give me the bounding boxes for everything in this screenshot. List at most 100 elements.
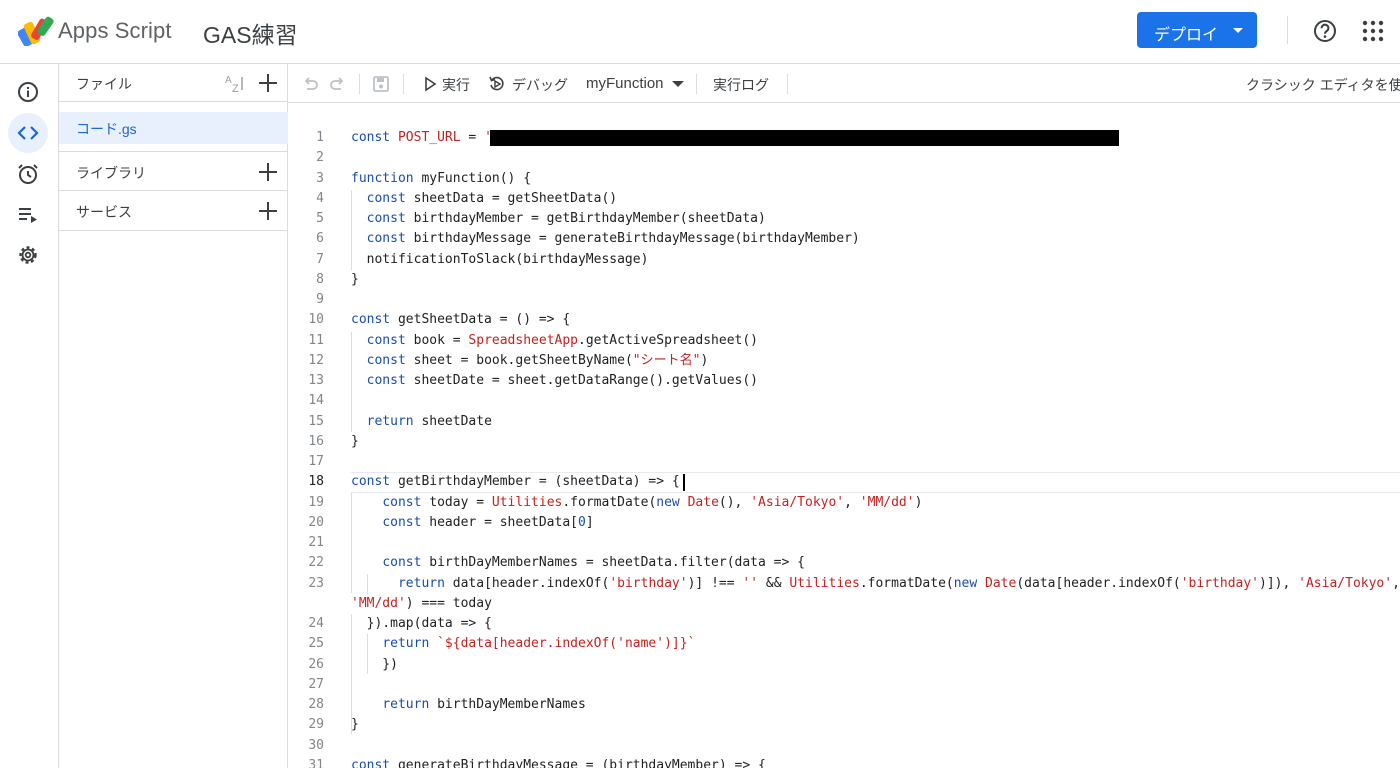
project-title[interactable]: GAS練習 bbox=[203, 16, 298, 50]
header-divider bbox=[1287, 16, 1288, 44]
code-line[interactable]: 25 return `${data[header.indexOf('name')… bbox=[288, 634, 1400, 654]
code-text: const birthdayMessage = generateBirthday… bbox=[366, 231, 860, 247]
code-line[interactable]: 8} bbox=[288, 270, 1400, 290]
save-icon[interactable] bbox=[371, 74, 391, 94]
code-line[interactable]: 10 const getSheetData = () => { bbox=[288, 310, 1400, 330]
file-item-code-gs[interactable]: コード.gs bbox=[59, 112, 288, 144]
line-number: 13 bbox=[308, 373, 324, 388]
code-line[interactable]: 20 const header = sheetData[0] bbox=[288, 513, 1400, 533]
text-cursor bbox=[683, 474, 685, 491]
apps-grid-icon[interactable] bbox=[1361, 19, 1385, 43]
code-line[interactable]: 23 return data[header.indexOf('birthday'… bbox=[288, 574, 1400, 594]
line-number: 19 bbox=[308, 494, 324, 510]
undo-icon[interactable] bbox=[300, 74, 320, 94]
line-number: 4 bbox=[316, 190, 324, 206]
deploy-button[interactable]: デプロイ bbox=[1137, 12, 1257, 48]
libraries-section[interactable]: ライブラリ bbox=[59, 151, 288, 191]
line-number: 11 bbox=[308, 332, 324, 348]
sort-az-icon[interactable]: A Z bbox=[224, 74, 246, 94]
redacted-url bbox=[490, 130, 1119, 146]
executions-button[interactable] bbox=[8, 195, 48, 235]
files-header: ファイル A Z bbox=[59, 64, 288, 102]
toolbar-divider bbox=[787, 74, 788, 94]
code-line[interactable]: 30 bbox=[288, 736, 1400, 756]
services-label: サービス bbox=[76, 204, 132, 220]
code-line[interactable]: 29} bbox=[288, 715, 1400, 735]
code-text: const birthdayMember = getBirthdayMember… bbox=[366, 211, 766, 226]
info-icon bbox=[18, 82, 38, 102]
code-line[interactable]: 18 const getBirthdayMember = (sheetData) … bbox=[288, 472, 1400, 492]
code-line[interactable]: 24 }).map(data => { bbox=[288, 614, 1400, 634]
classic-editor-link[interactable]: クラシック エディタを使 bbox=[1246, 75, 1400, 95]
libraries-label: ライブラリ bbox=[76, 165, 146, 181]
services-section[interactable]: サービス bbox=[59, 191, 288, 231]
file-name: コード.gs bbox=[76, 121, 137, 137]
line-number: 1 bbox=[316, 130, 324, 145]
line-number: 14 bbox=[308, 393, 324, 409]
play-icon bbox=[425, 76, 437, 92]
line-number: 5 bbox=[316, 211, 324, 226]
line-number: 30 bbox=[308, 737, 324, 753]
code-icon bbox=[17, 126, 39, 140]
run-label: 実行 bbox=[442, 77, 470, 93]
line-number: 25 bbox=[308, 636, 324, 652]
app-header: Apps Script GAS練習 デプロイ bbox=[0, 0, 1400, 64]
code-text: notificationToSlack(birthdayMessage) bbox=[351, 251, 649, 267]
code-line[interactable]: 11 const book = SpreadsheetApp.getActive… bbox=[288, 331, 1400, 351]
settings-button[interactable] bbox=[8, 235, 48, 275]
code-line[interactable]: 31 const generateBirthdayMessage = (birth… bbox=[288, 756, 1400, 768]
add-file-icon[interactable] bbox=[258, 73, 278, 93]
debug-label: デバッグ bbox=[512, 77, 568, 93]
code-text: const today = Utilities.formatDate(new D… bbox=[382, 494, 923, 510]
gear-icon bbox=[19, 246, 37, 264]
code-line[interactable]: 17 bbox=[288, 452, 1400, 472]
code-line[interactable]: 3 function myFunction() { bbox=[288, 169, 1400, 189]
playlist-play-icon bbox=[19, 208, 37, 223]
code-line[interactable]: 13 const sheetDate = sheet.getDataRange(… bbox=[288, 371, 1400, 391]
code-line[interactable]: 27 bbox=[288, 675, 1400, 695]
overview-button[interactable] bbox=[8, 72, 48, 112]
code-line[interactable]: 2 bbox=[288, 148, 1400, 168]
code-line[interactable]: 12 const sheet = book.getSheetByName("シー… bbox=[288, 351, 1400, 371]
line-number: 6 bbox=[316, 231, 324, 247]
add-library-icon[interactable] bbox=[258, 162, 278, 182]
help-icon[interactable] bbox=[1312, 18, 1338, 44]
code-text: const generateBirthdayMessage = (birthda… bbox=[351, 757, 766, 768]
code-text: return sheetDate bbox=[366, 413, 492, 429]
code-line[interactable]: 16} bbox=[288, 432, 1400, 452]
line-number: 10 bbox=[308, 312, 324, 328]
code-text: const birthDayMemberNames = sheetData.fi… bbox=[382, 555, 805, 571]
add-service-icon[interactable] bbox=[258, 201, 278, 221]
code-line[interactable]: 4 const sheetData = getSheetData() bbox=[288, 189, 1400, 209]
code-line[interactable]: 26 }) bbox=[288, 655, 1400, 675]
line-number: 2 bbox=[316, 150, 324, 166]
code-text: function myFunction() { bbox=[351, 170, 532, 186]
brand-title[interactable]: Apps Script bbox=[58, 18, 172, 44]
code-line[interactable]: 5 const birthdayMember = getBirthdayMemb… bbox=[288, 209, 1400, 229]
line-number: 28 bbox=[308, 697, 324, 712]
execution-log-button[interactable]: 実行ログ bbox=[713, 75, 769, 95]
triggers-button[interactable] bbox=[8, 154, 48, 194]
code-text: const sheetData = getSheetData() bbox=[366, 190, 618, 206]
code-line[interactable]: 14 bbox=[288, 391, 1400, 411]
code-line[interactable]: 'MM/dd') === today bbox=[288, 594, 1400, 614]
redo-icon[interactable] bbox=[328, 74, 348, 94]
files-title: ファイル bbox=[76, 76, 132, 92]
line-number: 21 bbox=[308, 535, 324, 550]
alarm-clock-icon bbox=[18, 164, 38, 184]
code-line[interactable]: 7 notificationToSlack(birthdayMessage) bbox=[288, 250, 1400, 270]
code-line[interactable]: 9 bbox=[288, 290, 1400, 310]
code-line[interactable]: 21 bbox=[288, 533, 1400, 553]
apps-script-logo[interactable] bbox=[18, 14, 54, 46]
editor-button[interactable] bbox=[8, 113, 48, 153]
code-text: } bbox=[351, 717, 359, 733]
code-line[interactable]: 6 const birthdayMessage = generateBirthd… bbox=[288, 229, 1400, 249]
code-line[interactable]: 19 const today = Utilities.formatDate(ne… bbox=[288, 493, 1400, 513]
code-line[interactable]: 15 return sheetDate bbox=[288, 412, 1400, 432]
code-line[interactable]: 28 return birthDayMemberNames bbox=[288, 695, 1400, 715]
code-text: } bbox=[351, 433, 359, 449]
code-line[interactable]: 22 const birthDayMemberNames = sheetData… bbox=[288, 553, 1400, 573]
chevron-down-icon bbox=[1233, 28, 1243, 33]
debug-icon bbox=[489, 76, 504, 91]
code-editor[interactable]: 1 const POST_URL = ' 2 3 function myFunction… bbox=[288, 103, 1400, 768]
